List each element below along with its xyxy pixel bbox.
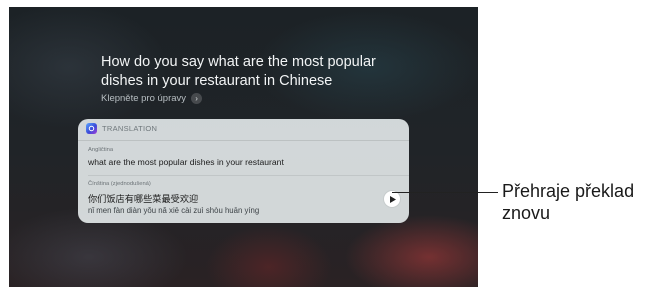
chevron-right-icon: › (191, 93, 203, 104)
siri-query-text: How do you say what are the most popular… (101, 54, 376, 89)
target-language-label: Čínština (zjednodušená) (88, 181, 151, 187)
tap-to-edit-label: Klepněte pro úpravy (101, 93, 187, 104)
card-header: TRANSLATION (86, 123, 157, 134)
translated-text: 你们饭店有哪些菜最受欢迎 (88, 194, 199, 205)
source-language-label: Angličtina (88, 147, 114, 153)
callout-label: Přehraje překlad znovu (502, 181, 635, 223)
translate-app-icon (86, 123, 97, 134)
source-text: what are the most popular dishes in your… (88, 157, 284, 167)
translation-card: TRANSLATION Angličtina what are the most… (78, 119, 409, 223)
pinyin-text: nǐ men fàn diàn yǒu nǎ xiē cài zuì shòu … (88, 206, 260, 215)
card-divider (78, 140, 409, 141)
card-title: TRANSLATION (102, 124, 158, 133)
callout-leader-line (392, 192, 498, 193)
siri-screen: How do you say what are the most popular… (9, 7, 478, 287)
section-divider (88, 175, 409, 176)
play-translation-button[interactable] (384, 191, 400, 207)
tap-to-edit-link[interactable]: Klepněte pro úpravy › (101, 93, 203, 104)
play-icon (389, 195, 396, 203)
